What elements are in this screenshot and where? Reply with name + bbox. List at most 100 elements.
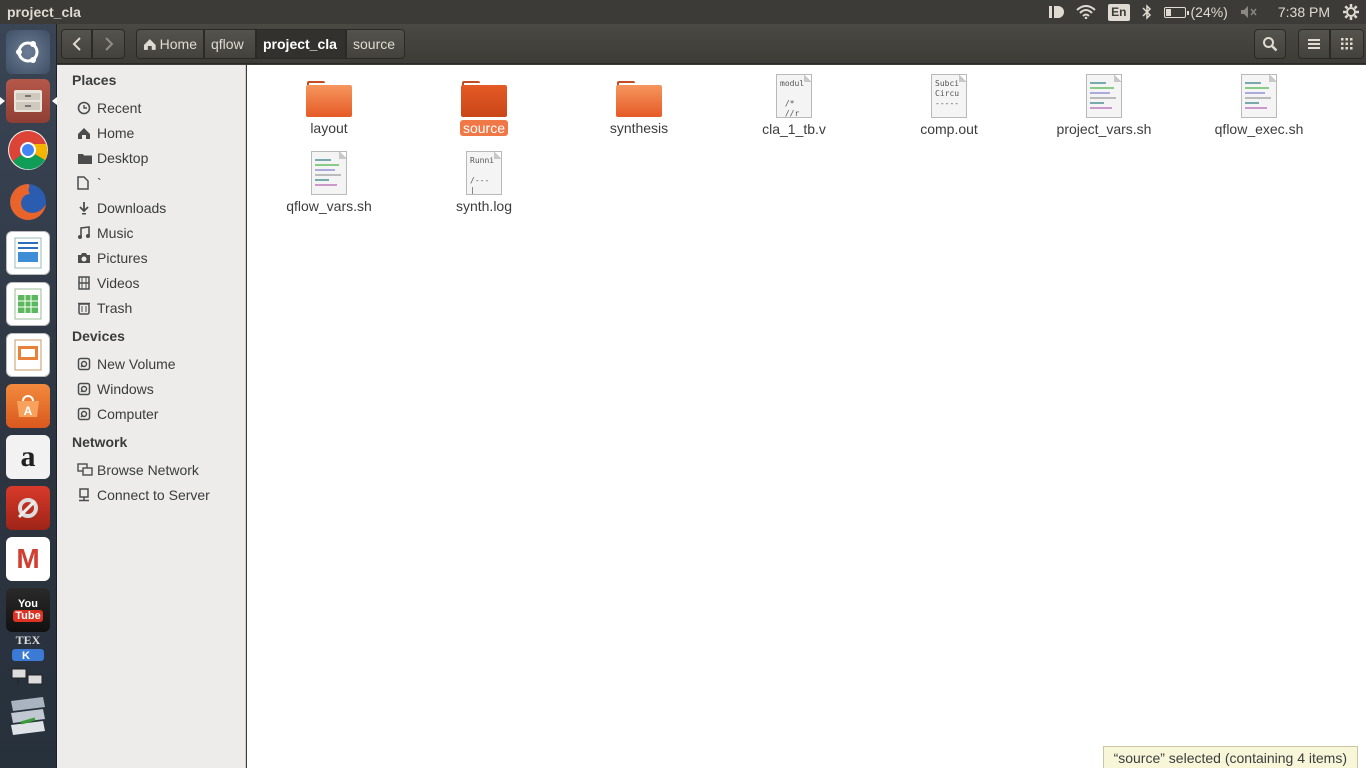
- breadcrumb-label: project_cla: [263, 36, 337, 52]
- window-title: project_cla: [7, 4, 81, 20]
- sidebar-item-music[interactable]: Music: [77, 222, 242, 244]
- file-item-qflow-exec-sh[interactable]: qflow_exec.sh: [1189, 74, 1329, 137]
- back-button[interactable]: [61, 29, 92, 59]
- kde-app-icon[interactable]: K: [6, 646, 50, 664]
- stacked-apps-icon[interactable]: [6, 692, 50, 740]
- file-item-source[interactable]: source: [414, 79, 554, 136]
- software-center-icon[interactable]: A: [6, 384, 50, 428]
- status-text: “source” selected (containing 4 items): [1113, 749, 1347, 766]
- indicator-area: En (24%) 7:38 PM: [1042, 0, 1366, 24]
- file-item-synthesis[interactable]: synthesis: [569, 79, 709, 136]
- chevron-right-icon: [104, 37, 113, 51]
- script-file-icon: [1086, 74, 1122, 118]
- drive-icon: [77, 382, 97, 396]
- sidebar-item-label: Home: [97, 125, 135, 141]
- view-options-button[interactable]: [1298, 29, 1330, 59]
- wifi-icon[interactable]: [1076, 0, 1096, 24]
- breadcrumb-qflow[interactable]: qflow: [204, 29, 256, 59]
- grid-view-button[interactable]: [1330, 29, 1364, 59]
- search-button[interactable]: [1254, 29, 1286, 59]
- ubuntu-dash-icon[interactable]: [6, 30, 50, 74]
- youtube-icon[interactable]: You Tube: [6, 588, 50, 632]
- file-item-qflow-vars-sh[interactable]: qflow_vars.sh: [259, 151, 399, 214]
- system-settings-icon[interactable]: [6, 486, 50, 530]
- sidebar-item-computer[interactable]: Computer: [77, 403, 242, 425]
- breadcrumb-source[interactable]: source: [346, 29, 405, 59]
- network-heading: Network: [72, 434, 128, 450]
- drive-icon: [77, 357, 97, 371]
- volume-muted-icon[interactable]: [1240, 0, 1258, 24]
- header-bar: Home qflow project_cla source: [57, 24, 1366, 64]
- sidebar-item-downloads[interactable]: Downloads: [77, 197, 242, 219]
- folder-icon: [306, 79, 352, 117]
- drive-icon: [77, 407, 97, 421]
- home-icon: [143, 38, 156, 50]
- folder-icon: [616, 79, 662, 117]
- file-name: source: [459, 120, 509, 136]
- file-item-synth-log[interactable]: Runni /--- | synth.log: [414, 151, 554, 214]
- sidebar: Places Recent Home Desktop ` Downloads M…: [57, 65, 246, 768]
- firefox-icon[interactable]: [6, 180, 50, 224]
- search-icon: [1263, 37, 1278, 52]
- file-item-cla-1-tb-v[interactable]: modul /* //r cla_1_tb.v: [724, 74, 864, 137]
- file-item-layout[interactable]: layout: [259, 79, 399, 136]
- language-label: En: [1108, 3, 1130, 21]
- battery-fill: [1165, 8, 1171, 16]
- sidebar-item-label: Videos: [97, 275, 140, 291]
- sidebar-item-backtick[interactable]: `: [77, 172, 242, 194]
- amazon-icon[interactable]: a: [6, 435, 50, 479]
- sidebar-item-new-volume[interactable]: New Volume: [77, 353, 242, 375]
- launcher: A a M You Tube TEX K: [0, 24, 57, 768]
- sidebar-item-label: New Volume: [97, 356, 176, 372]
- chrome-icon[interactable]: [8, 130, 48, 170]
- gear-icon[interactable]: [1342, 0, 1360, 24]
- language-indicator[interactable]: En: [1108, 0, 1130, 24]
- list-menu-icon: [1308, 39, 1320, 49]
- forward-button[interactable]: [92, 29, 125, 59]
- trash-icon: [77, 301, 97, 315]
- sidebar-item-label: Pictures: [97, 250, 148, 266]
- script-file-icon: [1241, 74, 1277, 118]
- sidebar-item-trash[interactable]: Trash: [77, 297, 242, 319]
- sidebar-item-recent[interactable]: Recent: [77, 97, 242, 119]
- battery-icon: [1163, 6, 1189, 18]
- svg-text:A: A: [24, 404, 33, 418]
- file-name: comp.out: [920, 121, 978, 137]
- file-item-project-vars-sh[interactable]: project_vars.sh: [1034, 74, 1174, 137]
- text-file-icon: modul /* //r: [776, 74, 812, 118]
- file-name: synthesis: [609, 120, 669, 136]
- devices-heading: Devices: [72, 328, 125, 344]
- battery-indicator[interactable]: (24%): [1163, 0, 1228, 24]
- sidebar-item-label: `: [97, 175, 102, 191]
- clock[interactable]: 7:38 PM: [1278, 0, 1330, 24]
- calc-icon[interactable]: [6, 282, 50, 326]
- file-view[interactable]: layout source synthesis modul /* //r cla…: [247, 65, 1366, 768]
- places-heading: Places: [72, 72, 117, 88]
- keyboard-indicator-icon[interactable]: [1048, 0, 1065, 24]
- breadcrumb-project-cla[interactable]: project_cla: [256, 29, 346, 59]
- sidebar-item-pictures[interactable]: Pictures: [77, 247, 242, 269]
- files-icon[interactable]: [0, 79, 57, 123]
- grid-icon: [1341, 38, 1353, 50]
- breadcrumb-home[interactable]: Home: [136, 29, 204, 59]
- file-name: layout: [310, 120, 348, 136]
- breadcrumb-label: source: [353, 36, 396, 52]
- sidebar-item-videos[interactable]: Videos: [77, 272, 242, 294]
- sidebar-item-home[interactable]: Home: [77, 122, 242, 144]
- gmail-icon[interactable]: M: [6, 537, 50, 581]
- file-name: project_vars.sh: [1056, 121, 1152, 137]
- sidebar-item-desktop[interactable]: Desktop: [77, 147, 242, 169]
- bluetooth-icon[interactable]: [1141, 0, 1152, 24]
- sidebar-item-browse-network[interactable]: Browse Network: [77, 459, 242, 481]
- breadcrumb-label: qflow: [211, 36, 244, 52]
- breadcrumb-label: Home: [159, 36, 197, 52]
- writer-icon[interactable]: [6, 231, 50, 275]
- file-item-comp-out[interactable]: Subci Circu ----- comp.out: [879, 74, 1019, 137]
- impress-icon[interactable]: [6, 333, 50, 377]
- sidebar-item-windows[interactable]: Windows: [77, 378, 242, 400]
- sidebar-item-connect-to-server[interactable]: Connect to Server: [77, 484, 242, 506]
- gmail-label: M: [16, 543, 40, 574]
- sidebar-item-label: Music: [97, 225, 134, 241]
- text-file-icon: Subci Circu -----: [931, 74, 967, 118]
- network-app-icon[interactable]: [6, 664, 50, 690]
